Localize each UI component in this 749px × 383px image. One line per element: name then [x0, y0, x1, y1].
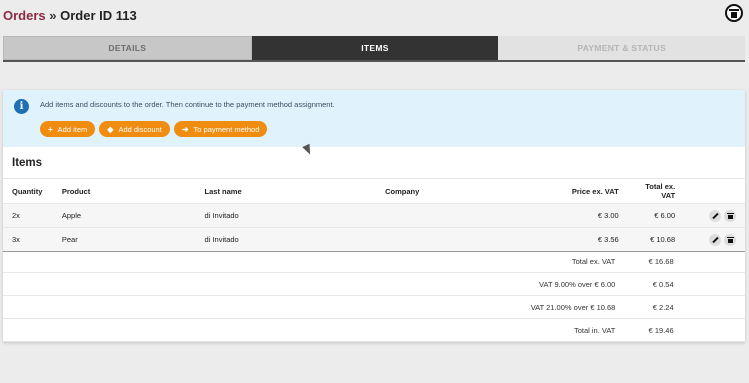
edit-item-button[interactable] [709, 233, 721, 246]
delete-order-button[interactable] [725, 4, 743, 22]
cell-actions [684, 227, 745, 252]
items-card: i Add items and discounts to the order. … [3, 90, 745, 342]
breadcrumb-orders-link[interactable]: Orders [3, 8, 46, 23]
items-table: Quantity Product Last name Company Price… [3, 178, 745, 252]
totals-table: Total ex. VAT € 16.68 VAT 9.00% over € 6… [3, 250, 745, 342]
header-actions [684, 178, 745, 204]
header-price[interactable]: Price ex. VAT [512, 178, 628, 204]
table-row[interactable]: 3x Pear di Invitado € 3.56 € 10.68 [3, 227, 745, 252]
edit-item-button[interactable] [709, 209, 721, 222]
items-section-title: Items [12, 157, 43, 169]
cell-last-name: di Invitado [195, 227, 377, 252]
trash-icon [729, 8, 739, 18]
cell-total: € 10.68 [627, 227, 685, 252]
cell-price: € 3.00 [512, 203, 628, 228]
cell-quantity: 2x [3, 203, 53, 228]
table-row[interactable]: 2x Apple di Invitado € 3.00 € 6.00 [3, 203, 745, 228]
arrow-right-icon: ➜ [181, 124, 189, 134]
cell-price: € 3.56 [512, 227, 628, 252]
tab-bar: DETAILS ITEMS PAYMENT & STATUS [3, 36, 746, 62]
action-buttons: + Add item ◆ Add discount ➜ To payment m… [40, 121, 268, 137]
plus-icon: + [48, 124, 53, 134]
cell-company [376, 203, 513, 228]
totals-row: VAT 21.00% over € 10.68 € 2.24 [3, 295, 745, 319]
totals-row: Total in. VAT € 19.46 [3, 318, 745, 342]
info-banner: i Add items and discounts to the order. … [3, 90, 745, 147]
add-item-label: Add item [57, 124, 88, 134]
pencil-icon [711, 236, 719, 243]
breadcrumb-current: Order ID 113 [60, 8, 137, 23]
cell-last-name: di Invitado [195, 203, 377, 228]
tab-details[interactable]: DETAILS [3, 36, 252, 60]
trash-icon [726, 212, 734, 219]
cell-actions [684, 203, 745, 228]
pencil-icon [711, 212, 719, 219]
info-text: Add items and discounts to the order. Th… [40, 100, 335, 109]
to-payment-label: To payment method [193, 124, 260, 134]
header-company[interactable]: Company [376, 178, 513, 204]
trash-icon [726, 236, 734, 243]
totals-row: VAT 9.00% over € 6.00 € 0.54 [3, 272, 745, 296]
header-quantity[interactable]: Quantity [3, 178, 53, 204]
totals-row: Total ex. VAT € 16.68 [3, 250, 745, 273]
vat-low-value: € 0.54 [624, 272, 683, 296]
add-discount-button[interactable]: ◆ Add discount [99, 121, 170, 137]
cell-company [376, 227, 513, 252]
cell-product: Pear [52, 227, 196, 252]
vat-high-value: € 2.24 [624, 295, 683, 319]
add-discount-label: Add discount [118, 124, 162, 134]
tab-items[interactable]: ITEMS [251, 36, 499, 60]
cell-quantity: 3x [3, 227, 53, 252]
header-last-name[interactable]: Last name [195, 178, 377, 204]
total-ex-vat-label: Total ex. VAT [3, 250, 625, 273]
delete-item-button[interactable] [724, 233, 736, 246]
delete-item-button[interactable] [724, 209, 736, 222]
header-total[interactable]: Total ex. VAT [627, 178, 685, 204]
table-header-row: Quantity Product Last name Company Price… [3, 178, 745, 204]
breadcrumb-separator: » [45, 8, 61, 23]
cell-total: € 6.00 [627, 203, 685, 228]
tab-payment-status: PAYMENT & STATUS [498, 36, 746, 60]
to-payment-button[interactable]: ➜ To payment method [173, 121, 268, 137]
vat-low-label: VAT 9.00% over € 6.00 [3, 272, 625, 296]
total-in-vat-label: Total in. VAT [3, 318, 625, 342]
total-in-vat-value: € 19.46 [624, 318, 683, 342]
breadcrumb: Orders » Order ID 113 [3, 8, 137, 23]
header-product[interactable]: Product [52, 178, 196, 204]
info-icon: i [14, 99, 29, 114]
tag-icon: ◆ [107, 124, 114, 134]
cell-product: Apple [52, 203, 196, 228]
add-item-button[interactable]: + Add item [40, 121, 96, 137]
total-ex-vat-value: € 16.68 [624, 250, 683, 273]
vat-high-label: VAT 21.00% over € 10.68 [3, 295, 625, 319]
